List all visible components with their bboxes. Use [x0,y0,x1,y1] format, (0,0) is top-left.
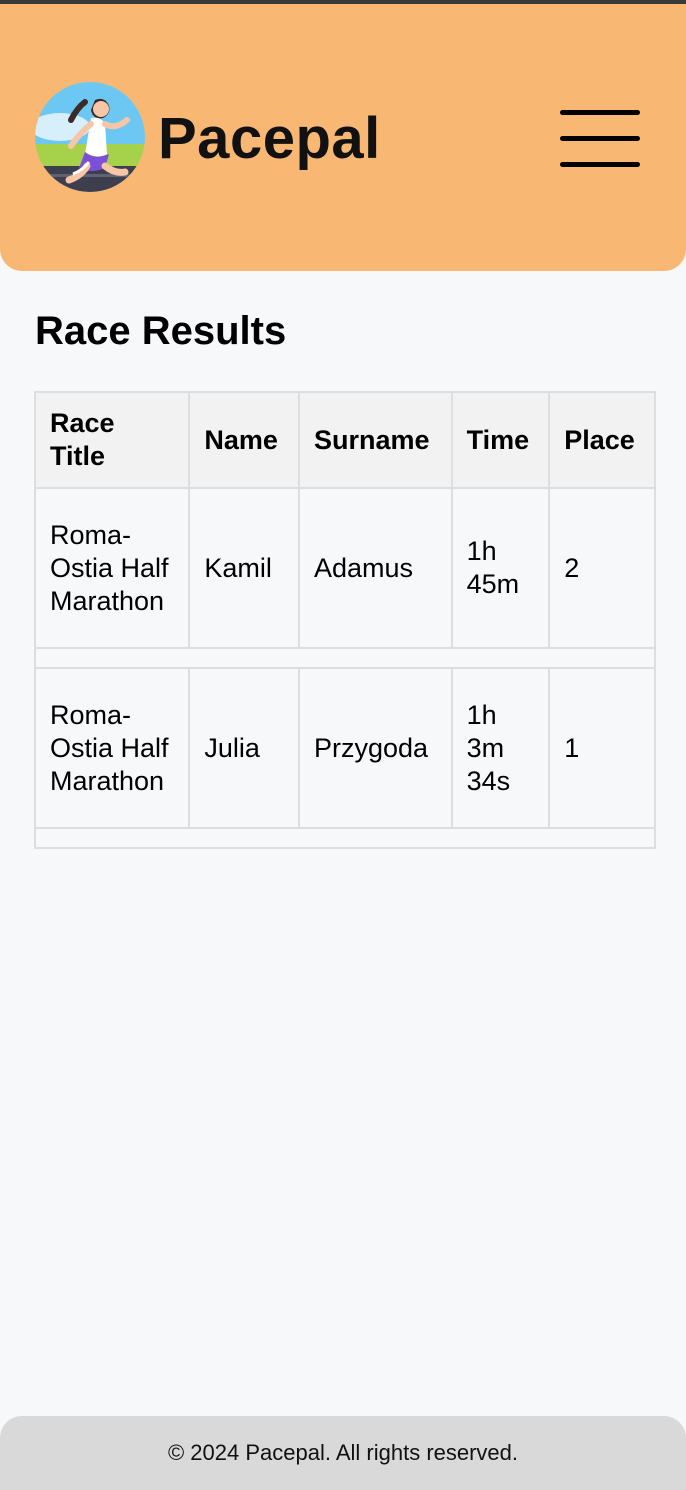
cell-time: 1h 3m 34s [450,667,551,829]
column-header-time: Time [450,391,551,489]
site-footer: © 2024 Pacepal. All rights reserved. [0,1416,686,1490]
menu-bar [560,162,640,167]
page: Pacepal Race Results Race Title Name Sur… [0,0,686,1490]
cell-race-title: Roma-Ostia Half Marathon [33,667,191,829]
race-results-table: Race Title Name Surname Time Place Roma-… [33,391,656,849]
column-header-race-title: Race Title [33,391,191,489]
cell-name: Julia [188,667,300,829]
table-spacer-row [34,827,656,849]
site-header: Pacepal [0,4,686,271]
table-row: Roma-Ostia Half Marathon Kamil Adamus 1h… [33,487,656,649]
spacer-cell [34,647,656,669]
table-row: Roma-Ostia Half Marathon Julia Przygoda … [33,667,656,829]
page-title: Race Results [35,309,287,353]
table-spacer-row [34,647,656,669]
cell-surname: Przygoda [298,667,453,829]
menu-bar [560,136,640,141]
column-header-name: Name [188,391,300,489]
cell-surname: Adamus [298,487,453,649]
cell-time: 1h 45m [450,487,551,649]
hamburger-menu-icon[interactable] [555,104,645,174]
column-header-surname: Surname [298,391,453,489]
brand-name[interactable]: Pacepal [158,104,381,174]
spacer-cell [34,827,656,849]
cell-race-title: Roma-Ostia Half Marathon [33,487,191,649]
table-header-row: Race Title Name Surname Time Place [33,391,656,489]
cell-place: 2 [548,487,656,649]
runner-logo-icon[interactable] [35,82,145,192]
cell-place: 1 [548,667,656,829]
cell-name: Kamil [188,487,300,649]
column-header-place: Place [548,391,656,489]
menu-bar [560,110,640,115]
